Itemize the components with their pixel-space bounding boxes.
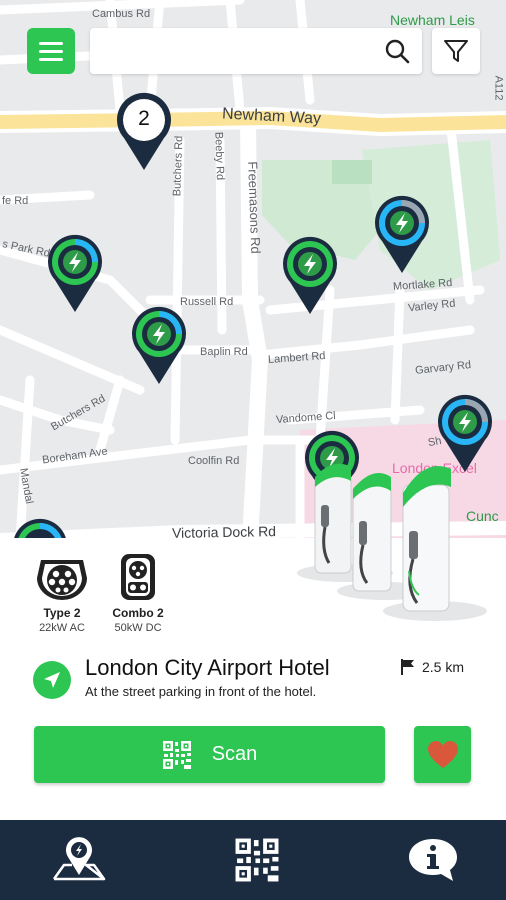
distance-indicator: 2.5 km — [400, 658, 464, 676]
filter-icon — [444, 40, 468, 62]
navigate-button[interactable] — [33, 661, 71, 699]
street-label: Beeby Rd — [212, 131, 226, 181]
distance-value: 2.5 km — [422, 659, 465, 675]
connector-name: Combo 2 — [112, 606, 164, 620]
favorite-button[interactable] — [414, 726, 471, 783]
search-bar — [90, 28, 422, 74]
connector-name: Type 2 — [43, 606, 81, 620]
search-icon[interactable] — [384, 38, 410, 64]
scan-button[interactable]: Scan — [34, 726, 385, 783]
street-label: Freemasons Rd — [245, 161, 264, 254]
nav-map[interactable] — [44, 830, 114, 890]
connector-spec: 50kW DC — [114, 622, 162, 634]
street-label: fe Rd — [2, 195, 29, 207]
charger-pin[interactable] — [12, 518, 68, 540]
qr-code-icon — [235, 838, 279, 882]
street-label: Russell Rd — [180, 296, 234, 308]
connector-combo2[interactable]: Combo 2 50kW DC — [103, 552, 173, 634]
map-pin-icon — [52, 837, 106, 881]
scan-button-label: Scan — [211, 743, 258, 765]
filter-button[interactable] — [432, 28, 480, 74]
cluster-pin[interactable]: 2 — [116, 92, 172, 172]
nav-scan-qr[interactable] — [222, 830, 292, 890]
charging-station-illustration — [297, 463, 487, 621]
street-label: Newham Leis — [390, 12, 475, 28]
charger-pin[interactable] — [131, 306, 187, 386]
connector-type2[interactable]: Type 2 22kW AC — [27, 552, 97, 634]
bottom-navigation — [0, 820, 506, 900]
navigation-arrow-icon — [44, 672, 60, 688]
cluster-count: 2 — [138, 107, 150, 130]
street-label: A112 — [492, 75, 505, 101]
charger-pin[interactable] — [47, 234, 103, 314]
menu-button[interactable] — [27, 28, 75, 74]
charger-pin[interactable] — [374, 195, 430, 275]
station-description: At the street parking in front of the ho… — [85, 684, 317, 699]
info-icon — [409, 839, 457, 881]
combo2-plug-icon — [121, 554, 155, 600]
flag-icon — [401, 659, 414, 675]
menu-icon-bar — [39, 49, 63, 53]
type2-plug-icon — [37, 560, 87, 600]
street-label: Cambus Rd — [92, 8, 151, 20]
search-input[interactable] — [90, 28, 370, 74]
menu-icon — [39, 41, 63, 45]
street-label: Coolfin Rd — [188, 455, 240, 467]
street-label: Butchers Rd — [171, 135, 186, 197]
qr-code-icon — [162, 740, 191, 769]
nav-info[interactable] — [398, 830, 468, 890]
menu-icon-bar — [39, 57, 63, 61]
charger-pin[interactable] — [282, 236, 338, 316]
connector-spec: 22kW AC — [39, 622, 85, 634]
station-name: London City Airport Hotel — [85, 655, 330, 680]
street-label: Baplin Rd — [200, 346, 248, 358]
heart-icon — [427, 740, 458, 768]
